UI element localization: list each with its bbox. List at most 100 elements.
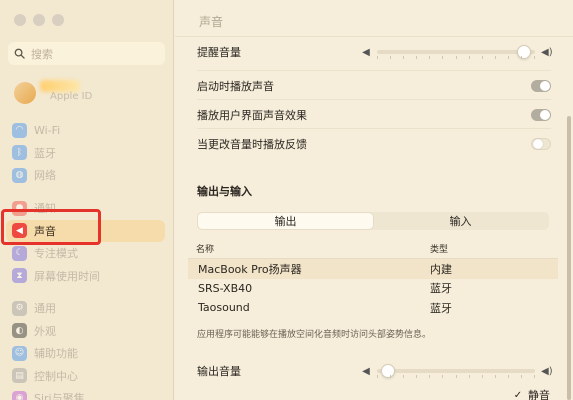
column-header-type[interactable]: 类型 (422, 242, 558, 255)
slider-tick (495, 375, 496, 378)
moon-icon: ☾ (12, 245, 27, 261)
slider-tick (534, 375, 535, 378)
table-header: 名称 类型 (188, 239, 558, 259)
tab-input[interactable]: 输入 (373, 213, 548, 229)
slider-tick (495, 56, 496, 59)
divider (197, 99, 551, 100)
slider-tick (534, 56, 535, 59)
output-volume-label: 输出音量 (197, 365, 241, 378)
sidebar-item-label: Siri与聚焦 (34, 392, 85, 400)
accessibility-icon: ☺ (12, 345, 27, 361)
sidebar-item[interactable]: ◠ Wi-Fi (0, 119, 174, 142)
page-title: 声音 (199, 15, 224, 29)
slider-tick (403, 375, 404, 378)
siri-icon: ◉ (12, 390, 27, 400)
slider-thumb[interactable] (381, 364, 395, 378)
minimize-button[interactable] (33, 14, 45, 26)
slider-tick (508, 375, 509, 378)
column-header-name[interactable]: 名称 (188, 242, 422, 255)
sidebar-item[interactable]: ◍ 网络 (0, 164, 174, 187)
slider-tick (469, 375, 470, 378)
divider (197, 70, 551, 71)
startup-sound-toggle[interactable] (531, 80, 551, 92)
mute-checkbox-row[interactable]: ✓ 静音 (513, 387, 550, 400)
sidebar-item[interactable]: ☾ 专注模式 (0, 242, 174, 265)
slider-thumb[interactable] (517, 45, 531, 59)
sidebar-item[interactable]: ⧗ 屏幕使用时间 (0, 265, 174, 288)
apple-id-label: Apple ID (50, 91, 93, 102)
volume-feedback-label: 当更改音量时播放反馈 (197, 138, 307, 151)
highlight-annotation (1, 209, 101, 245)
device-name: SRS-XB40 (198, 281, 253, 295)
table-row[interactable]: Taosound 蓝牙 (188, 298, 558, 318)
slider-tick (482, 375, 483, 378)
slider-tick (429, 375, 430, 378)
io-segmented-control: 输出 输入 (197, 212, 549, 230)
slider-tick (429, 56, 430, 59)
slider-track[interactable] (377, 45, 535, 59)
toggle-knob (540, 81, 550, 91)
window-controls (14, 14, 64, 26)
sidebar-item-label: Wi-Fi (34, 123, 61, 137)
slider-tick (469, 56, 470, 59)
device-type: 蓝牙 (430, 282, 452, 296)
slider-tick (403, 56, 404, 59)
speaker-high-icon: ◀) (541, 365, 553, 377)
sidebar-item-label: 外观 (34, 324, 56, 338)
slider-tick (521, 56, 522, 59)
output-volume-row: 输出音量 ◀ ◀) (197, 361, 553, 381)
slider-tick (482, 56, 483, 59)
slider-tick (416, 56, 417, 59)
startup-sound-row: 启动时播放声音 (197, 76, 551, 96)
alert-volume-row: 提醒音量 ◀ ◀) (197, 42, 553, 62)
close-button[interactable] (14, 14, 26, 26)
table-row[interactable]: SRS-XB40 蓝牙 (188, 279, 558, 299)
sidebar-item[interactable]: ◉ Siri与聚焦 (0, 387, 174, 400)
toggle-knob (540, 110, 550, 120)
device-type: 内建 (430, 262, 452, 276)
ui-sound-label: 播放用户界面声音效果 (197, 109, 307, 122)
table-row[interactable]: MacBook Pro扬声器 内建 (188, 259, 558, 279)
volume-feedback-toggle[interactable] (531, 138, 551, 150)
sidebar-item-label: 网络 (34, 169, 56, 183)
alert-volume-label: 提醒音量 (197, 46, 241, 59)
scrollbar[interactable] (567, 116, 571, 400)
sidebar-item[interactable]: ◐ 外观 (0, 320, 174, 343)
slider-tick (416, 375, 417, 378)
io-section-title: 输出与输入 (197, 185, 252, 198)
checkmark-icon[interactable]: ✓ (513, 390, 523, 400)
sidebar-item[interactable]: ☺ 辅助功能 (0, 342, 174, 365)
globe-icon: ◍ (12, 167, 27, 183)
control-center-icon: ▤ (12, 368, 27, 384)
main-pane: 声音 提醒音量 ◀ ◀) 启动时播放声音 播放用户界面声音效果 当更改音量时播放… (175, 0, 573, 400)
slider-track[interactable] (377, 364, 535, 378)
ui-sound-row: 播放用户界面声音效果 (197, 105, 551, 125)
slider-tick (456, 375, 457, 378)
zoom-button[interactable] (52, 14, 64, 26)
sidebar-item[interactable]: ᛒ 蓝牙 (0, 142, 174, 165)
volume-feedback-row: 当更改音量时播放反馈 (197, 134, 551, 154)
sidebar-item-label: 专注模式 (34, 247, 78, 261)
tab-output[interactable]: 输出 (198, 213, 373, 229)
search-icon (14, 48, 25, 59)
output-volume-slider[interactable]: ◀ ◀) (361, 364, 553, 378)
sidebar-item-label: 蓝牙 (34, 146, 56, 160)
wifi-icon: ◠ (12, 122, 27, 138)
search-placeholder: 搜索 (31, 47, 53, 61)
ui-sound-toggle[interactable] (531, 109, 551, 121)
sidebar-item[interactable]: ⚙ 通用 (0, 297, 174, 320)
sidebar-item[interactable]: ▤ 控制中心 (0, 365, 174, 388)
search-input[interactable]: 搜索 (8, 42, 165, 65)
slider-tick (442, 375, 443, 378)
sidebar: 搜索 Apple ID ◠ Wi-Fi ᛒ 蓝牙 ◍ 网络 ● 通知 ◀ 声音 ☾ 专注模式 ⧗ 屏幕使… (0, 0, 174, 400)
divider (197, 128, 551, 129)
alert-volume-slider[interactable]: ◀ ◀) (361, 45, 553, 59)
apple-id-item[interactable]: Apple ID (14, 80, 164, 106)
slider-tick (390, 375, 391, 378)
appearance-icon: ◐ (12, 323, 27, 339)
slider-tick (377, 375, 378, 378)
slider-tick (390, 56, 391, 59)
mute-label: 静音 (528, 389, 550, 400)
bluetooth-icon: ᛒ (12, 145, 27, 161)
device-table: 名称 类型 MacBook Pro扬声器 内建 SRS-XB40 蓝牙 Taos… (188, 239, 558, 318)
